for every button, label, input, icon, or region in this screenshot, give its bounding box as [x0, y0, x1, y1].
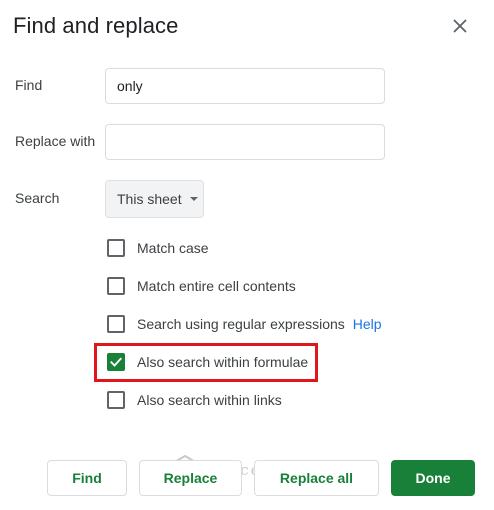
- option-label: Also search within formulae: [137, 354, 309, 370]
- dialog-title: Find and replace: [13, 13, 179, 38]
- search-links-checkbox[interactable]: [107, 391, 125, 409]
- option-match-case[interactable]: Match case: [107, 238, 209, 258]
- replace-all-button[interactable]: Replace all: [254, 460, 379, 496]
- find-replace-dialog: Find and replace Find Replace with Searc…: [0, 0, 494, 510]
- option-label: Also search within links: [137, 392, 282, 408]
- chevron-down-icon: [189, 197, 198, 201]
- search-scope-value: This sheet: [117, 191, 182, 207]
- replace-label: Replace with: [15, 133, 96, 149]
- regex-checkbox[interactable]: [107, 315, 125, 333]
- option-search-links[interactable]: Also search within links: [107, 390, 282, 410]
- find-button[interactable]: Find: [47, 460, 127, 496]
- match-case-checkbox[interactable]: [107, 239, 125, 257]
- search-scope-select[interactable]: This sheet: [105, 180, 204, 218]
- help-link[interactable]: Help: [353, 316, 382, 332]
- done-button[interactable]: Done: [391, 460, 475, 496]
- option-label: Match case: [137, 240, 209, 256]
- checkmark-icon: [110, 357, 122, 367]
- find-label: Find: [15, 77, 43, 93]
- option-label: Match entire cell contents: [137, 278, 296, 294]
- search-formulae-checkbox[interactable]: [107, 353, 125, 371]
- replace-button[interactable]: Replace: [139, 460, 242, 496]
- option-regex[interactable]: Search using regular expressions Help: [107, 314, 382, 334]
- match-entire-cell-checkbox[interactable]: [107, 277, 125, 295]
- find-input[interactable]: [105, 68, 385, 104]
- search-label: Search: [15, 190, 60, 206]
- replace-input[interactable]: [105, 124, 385, 160]
- option-label: Search using regular expressions: [137, 316, 345, 332]
- option-match-entire-cell[interactable]: Match entire cell contents: [107, 276, 296, 296]
- option-search-formulae[interactable]: Also search within formulae: [107, 352, 308, 372]
- close-icon[interactable]: [449, 15, 471, 37]
